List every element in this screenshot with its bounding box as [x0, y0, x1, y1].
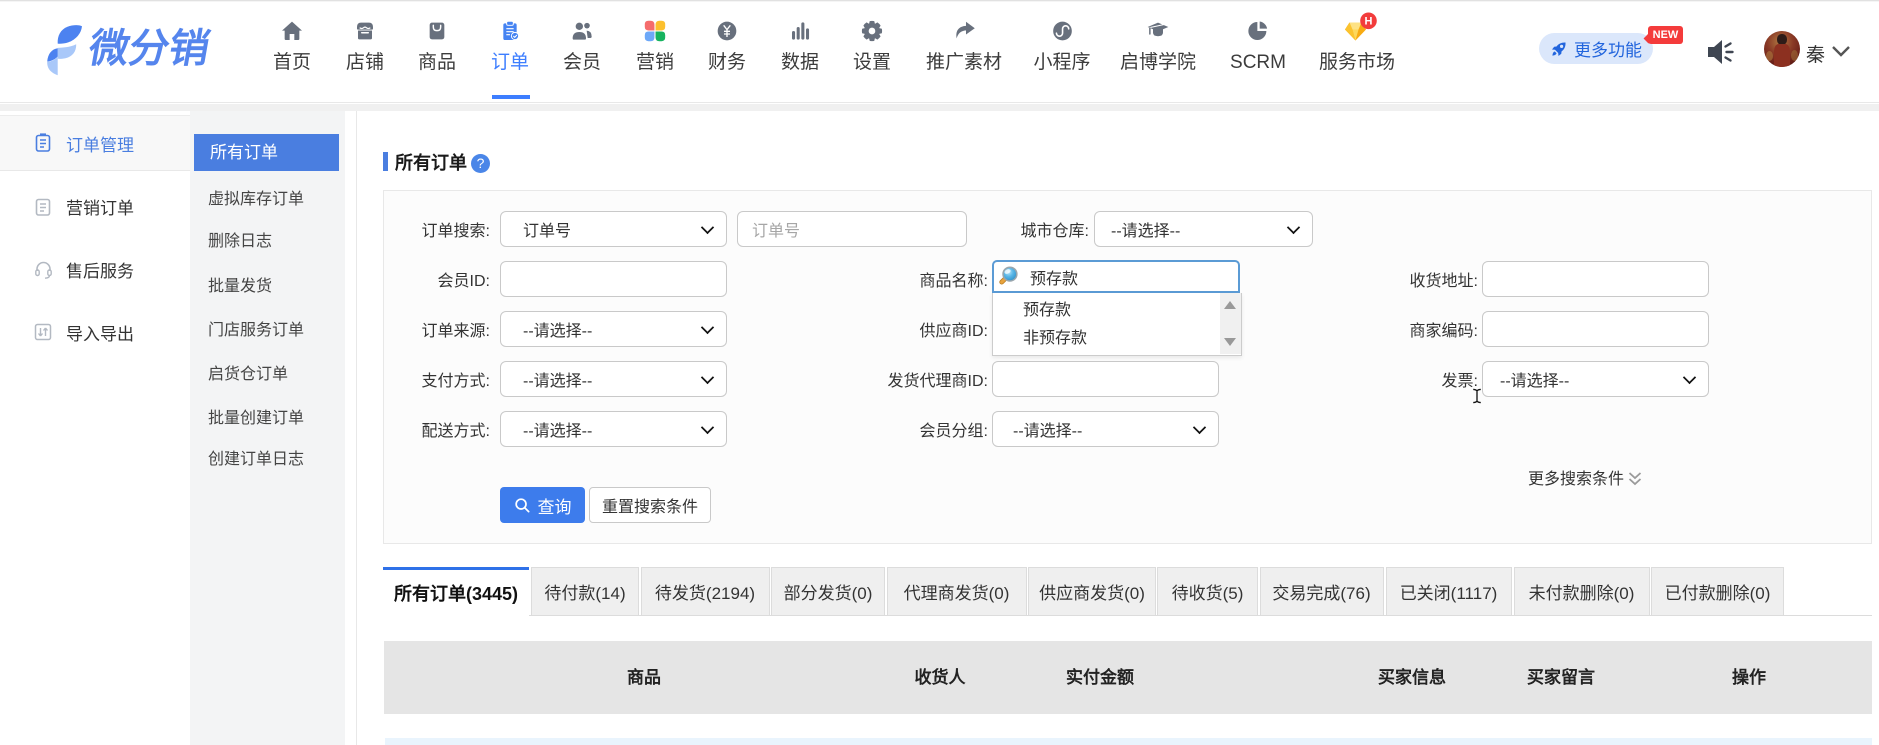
svg-text:H: H [1365, 16, 1373, 28]
svg-text:微分销: 微分销 [85, 26, 214, 71]
